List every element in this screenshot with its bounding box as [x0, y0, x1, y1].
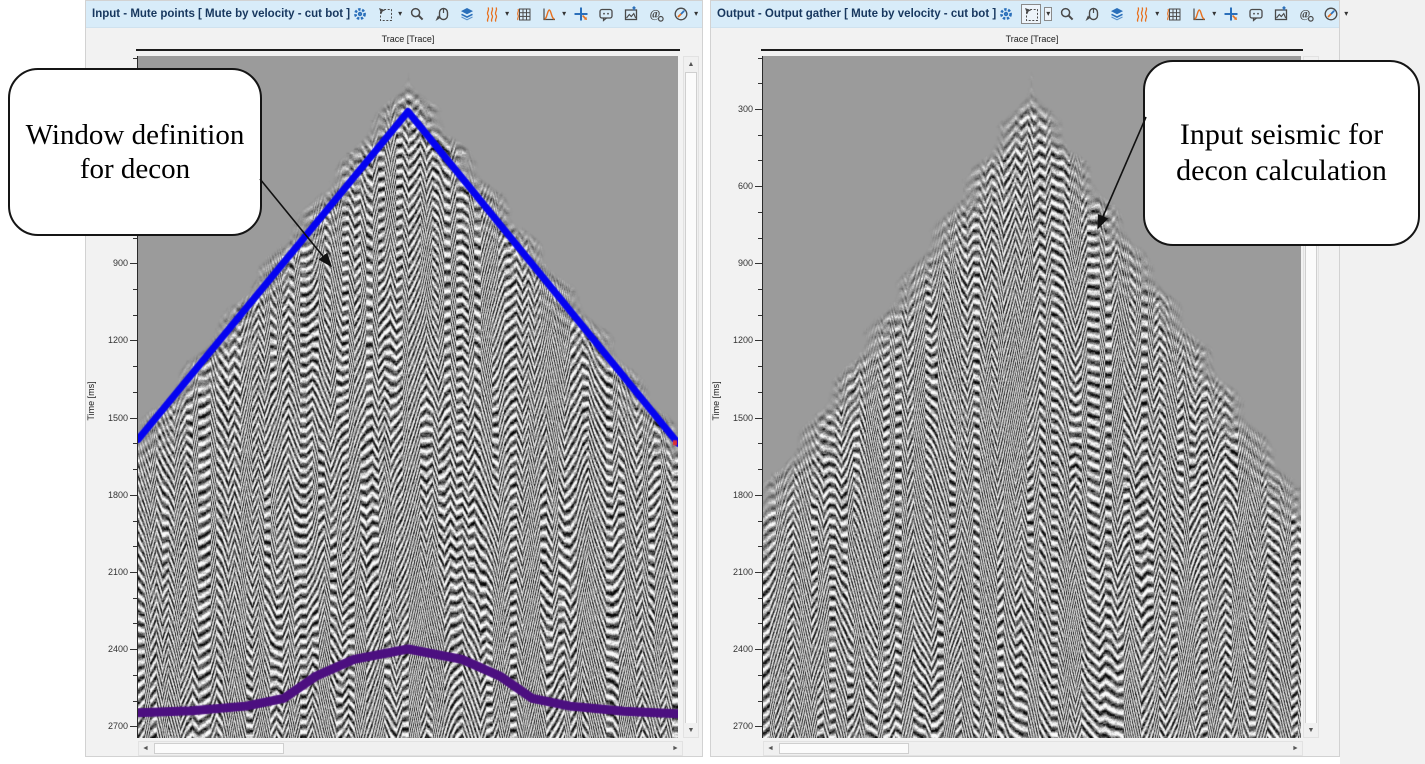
trace-axis-label: Trace [Trace] [962, 34, 1102, 44]
wiggle-display-icon[interactable] [1132, 4, 1152, 24]
grid-display-icon[interactable] [514, 4, 534, 24]
time-tick-label: 1800 [719, 490, 753, 500]
select-mode-icon[interactable] [1021, 4, 1041, 24]
time-tick-label: 2700 [94, 721, 128, 731]
horizontal-scrollbar-thumb[interactable] [779, 743, 909, 754]
dropdown-caret-icon[interactable]: ▾ [1155, 10, 1159, 18]
grid-display-icon[interactable] [1164, 4, 1184, 24]
comment-icon[interactable] [596, 4, 616, 24]
scroll-left-button[interactable]: ◄ [139, 742, 152, 755]
vertical-scrollbar-thumb[interactable] [685, 72, 697, 724]
at-symbol-icon[interactable]: @ [646, 4, 666, 24]
output-panel-titlebar[interactable]: Output - Output gather [ Mute by velocit… [711, 1, 1339, 28]
dropdown-caret-icon[interactable]: ▾ [1212, 10, 1216, 18]
time-axis-label: Time [ms] [86, 366, 96, 436]
mouse-tools-icon[interactable] [1082, 4, 1102, 24]
time-tick-label: 2100 [94, 567, 128, 577]
scroll-down-button[interactable]: ▼ [1304, 723, 1318, 737]
at-symbol-icon[interactable]: @ [1296, 4, 1316, 24]
time-tick-label: 2400 [94, 644, 128, 654]
time-tick-label: 2100 [719, 567, 753, 577]
top-axis-rule [761, 49, 1303, 51]
layers-icon[interactable] [457, 4, 477, 24]
time-tick-label: 300 [719, 104, 753, 114]
scroll-right-button[interactable]: ► [669, 742, 682, 755]
top-axis-rule [136, 49, 680, 51]
export-image-icon[interactable] [1271, 4, 1291, 24]
output-panel-toolbar: ▾ ▾ ▾ @ ▾ [996, 4, 1348, 24]
mouse-tools-icon[interactable] [432, 4, 452, 24]
settings-gear-icon[interactable] [996, 4, 1016, 24]
input-panel-title: Input - Mute points [ Mute by velocity -… [92, 8, 350, 20]
horizontal-scrollbar-thumb[interactable] [154, 743, 284, 754]
input-panel-titlebar[interactable]: Input - Mute points [ Mute by velocity -… [86, 1, 702, 28]
application-window: Input - Mute points [ Mute by velocity -… [0, 0, 1425, 764]
crosshair-pick-icon[interactable] [571, 4, 591, 24]
scroll-left-button[interactable]: ◄ [764, 742, 777, 755]
scroll-right-button[interactable]: ► [1289, 742, 1302, 755]
time-tick-label: 2700 [719, 721, 753, 731]
time-axis-label: Time [ms] [711, 366, 721, 436]
zoom-magnifier-icon[interactable] [1057, 4, 1077, 24]
time-tick-label: 900 [94, 258, 128, 268]
callout-input-seismic: Input seismic for decon calculation [1143, 60, 1420, 246]
zoom-magnifier-icon[interactable] [407, 4, 427, 24]
input-panel-toolbar: ▾ ▾ ▾ @ ▾ [350, 4, 698, 24]
dropdown-caret-icon[interactable]: ▾ [398, 10, 402, 18]
gain-curve-icon[interactable] [1189, 4, 1209, 24]
time-tick-label: 1800 [94, 490, 128, 500]
compass-orientation-icon[interactable] [1321, 4, 1341, 24]
horizontal-scrollbar[interactable]: ◄ ► [138, 741, 683, 756]
horizontal-scrollbar[interactable]: ◄ ► [763, 741, 1303, 756]
export-image-icon[interactable] [621, 4, 641, 24]
time-tick-label: 2400 [719, 644, 753, 654]
scroll-up-button[interactable]: ▲ [684, 57, 698, 71]
time-tick-label: 1500 [94, 413, 128, 423]
layers-icon[interactable] [1107, 4, 1127, 24]
time-tick-label: 1200 [94, 335, 128, 345]
crosshair-pick-icon[interactable] [1221, 4, 1241, 24]
dropdown-caret-icon[interactable]: ▾ [1044, 7, 1052, 21]
callout-window-definition: Window definition for decon [8, 68, 262, 236]
time-tick-label: 900 [719, 258, 753, 268]
dropdown-caret-icon[interactable]: ▾ [562, 10, 566, 18]
vertical-scrollbar[interactable]: ▲ ▼ [683, 56, 699, 738]
dropdown-caret-icon[interactable]: ▾ [505, 10, 509, 18]
wiggle-display-icon[interactable] [482, 4, 502, 24]
compass-orientation-icon[interactable] [671, 4, 691, 24]
settings-gear-icon[interactable] [350, 4, 370, 24]
output-panel-title: Output - Output gather [ Mute by velocit… [717, 8, 996, 20]
select-mode-icon[interactable] [375, 4, 395, 24]
time-tick-label: 1200 [719, 335, 753, 345]
time-tick-label: 600 [719, 181, 753, 191]
dropdown-caret-icon[interactable]: ▾ [1344, 10, 1348, 18]
dropdown-caret-icon[interactable]: ▾ [694, 10, 698, 18]
scroll-down-button[interactable]: ▼ [684, 723, 698, 737]
comment-icon[interactable] [1246, 4, 1266, 24]
gain-curve-icon[interactable] [539, 4, 559, 24]
time-tick-label: 1500 [719, 413, 753, 423]
trace-axis-label: Trace [Trace] [338, 34, 478, 44]
